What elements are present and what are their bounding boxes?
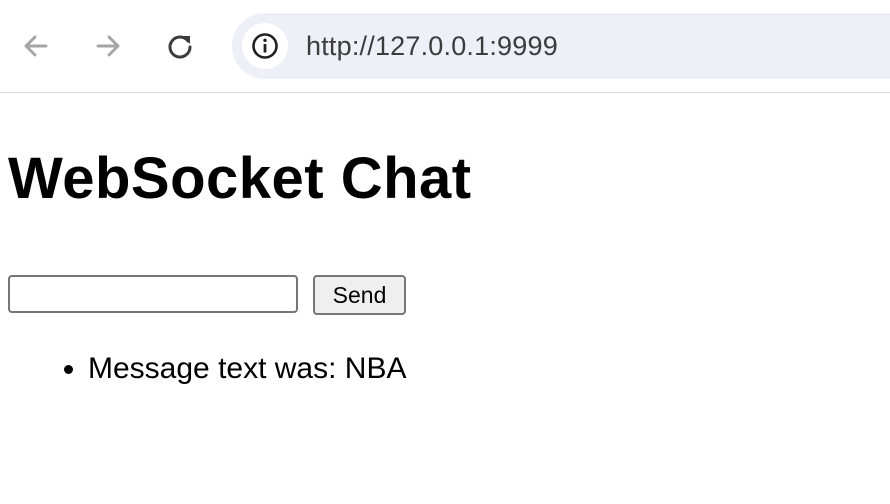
info-circle-icon [252, 33, 278, 59]
back-button[interactable] [16, 26, 56, 66]
forward-button[interactable] [88, 26, 128, 66]
reload-button[interactable] [160, 26, 200, 66]
site-info-button[interactable] [242, 23, 288, 69]
send-button[interactable]: Send [313, 275, 406, 315]
message-input[interactable] [8, 275, 298, 313]
browser-toolbar: http://127.0.0.1:9999 [0, 0, 890, 93]
arrow-right-icon [96, 35, 120, 57]
reload-icon [168, 35, 192, 59]
arrow-left-icon [24, 35, 48, 57]
address-bar[interactable]: http://127.0.0.1:9999 [232, 13, 890, 79]
page-content: WebSocket Chat Send Message text was: NB… [0, 93, 890, 504]
list-item: Message text was: NBA [88, 351, 406, 387]
messages-list: Message text was: NBA [0, 351, 406, 387]
url-text: http://127.0.0.1:9999 [306, 31, 558, 61]
page-title: WebSocket Chat [8, 146, 472, 211]
